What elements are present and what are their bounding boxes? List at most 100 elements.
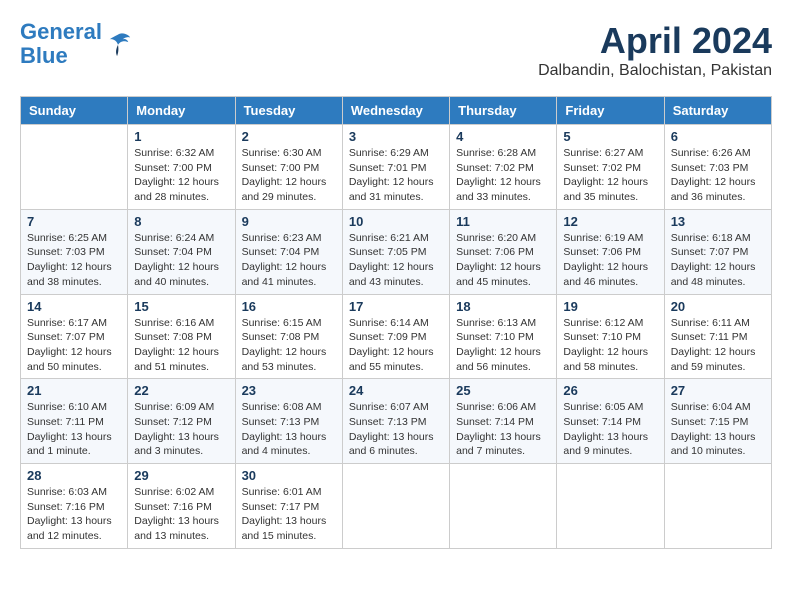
day-cell-13: 13 Sunrise: 6:18 AM Sunset: 7:07 PM Dayli… [664, 209, 771, 294]
day-cell-5: 5 Sunrise: 6:27 AM Sunset: 7:02 PM Daylig… [557, 125, 664, 210]
day-cell-18: 18 Sunrise: 6:13 AM Sunset: 7:10 PM Dayli… [450, 294, 557, 379]
day-info: Sunrise: 6:08 AM Sunset: 7:13 PM Dayligh… [242, 400, 336, 459]
day-info: Sunrise: 6:25 AM Sunset: 7:03 PM Dayligh… [27, 231, 121, 290]
day-number: 12 [563, 214, 657, 229]
day-number: 26 [563, 383, 657, 398]
day-number: 6 [671, 129, 765, 144]
day-number: 18 [456, 299, 550, 314]
weekday-header-monday: Monday [128, 97, 235, 125]
day-info: Sunrise: 6:27 AM Sunset: 7:02 PM Dayligh… [563, 146, 657, 205]
day-number: 19 [563, 299, 657, 314]
day-cell-12: 12 Sunrise: 6:19 AM Sunset: 7:06 PM Dayli… [557, 209, 664, 294]
day-info: Sunrise: 6:11 AM Sunset: 7:11 PM Dayligh… [671, 316, 765, 375]
day-number: 3 [349, 129, 443, 144]
month-title: April 2024 [538, 20, 772, 62]
day-info: Sunrise: 6:02 AM Sunset: 7:16 PM Dayligh… [134, 485, 228, 544]
day-info: Sunrise: 6:05 AM Sunset: 7:14 PM Dayligh… [563, 400, 657, 459]
empty-cell [21, 125, 128, 210]
day-number: 22 [134, 383, 228, 398]
day-number: 21 [27, 383, 121, 398]
day-number: 17 [349, 299, 443, 314]
day-info: Sunrise: 6:04 AM Sunset: 7:15 PM Dayligh… [671, 400, 765, 459]
day-number: 8 [134, 214, 228, 229]
day-number: 13 [671, 214, 765, 229]
day-info: Sunrise: 6:13 AM Sunset: 7:10 PM Dayligh… [456, 316, 550, 375]
day-cell-17: 17 Sunrise: 6:14 AM Sunset: 7:09 PM Dayli… [342, 294, 449, 379]
logo-text: GeneralBlue [20, 20, 102, 68]
day-cell-23: 23Sunrise: 6:08 AM Sunset: 7:13 PM Dayli… [235, 379, 342, 464]
day-info: Sunrise: 6:06 AM Sunset: 7:14 PM Dayligh… [456, 400, 550, 459]
day-cell-11: 11 Sunrise: 6:20 AM Sunset: 7:06 PM Dayli… [450, 209, 557, 294]
day-cell-4: 4Sunrise: 6:28 AM Sunset: 7:02 PM Daylig… [450, 125, 557, 210]
day-cell-22: 22 Sunrise: 6:09 AM Sunset: 7:12 PM Dayli… [128, 379, 235, 464]
day-info: Sunrise: 6:26 AM Sunset: 7:03 PM Dayligh… [671, 146, 765, 205]
day-number: 9 [242, 214, 336, 229]
day-cell-24: 24 Sunrise: 6:07 AM Sunset: 7:13 PM Dayli… [342, 379, 449, 464]
calendar-table: SundayMondayTuesdayWednesdayThursdayFrid… [20, 96, 772, 549]
logo: GeneralBlue [20, 20, 132, 68]
day-number: 27 [671, 383, 765, 398]
day-number: 29 [134, 468, 228, 483]
title-block: April 2024 Dalbandin, Balochistan, Pakis… [538, 20, 772, 80]
day-info: Sunrise: 6:14 AM Sunset: 7:09 PM Dayligh… [349, 316, 443, 375]
day-info: Sunrise: 6:18 AM Sunset: 7:07 PM Dayligh… [671, 231, 765, 290]
weekday-header-sunday: Sunday [21, 97, 128, 125]
day-number: 28 [27, 468, 121, 483]
empty-cell [557, 464, 664, 549]
day-cell-16: 16 Sunrise: 6:15 AM Sunset: 7:08 PM Dayli… [235, 294, 342, 379]
day-info: Sunrise: 6:21 AM Sunset: 7:05 PM Dayligh… [349, 231, 443, 290]
day-number: 11 [456, 214, 550, 229]
day-cell-2: 2 Sunrise: 6:30 AM Sunset: 7:00 PM Daylig… [235, 125, 342, 210]
day-number: 20 [671, 299, 765, 314]
day-number: 25 [456, 383, 550, 398]
day-info: Sunrise: 6:07 AM Sunset: 7:13 PM Dayligh… [349, 400, 443, 459]
day-number: 10 [349, 214, 443, 229]
weekday-header-saturday: Saturday [664, 97, 771, 125]
day-cell-21: 21 Sunrise: 6:10 AM Sunset: 7:11 PM Dayli… [21, 379, 128, 464]
day-info: Sunrise: 6:09 AM Sunset: 7:12 PM Dayligh… [134, 400, 228, 459]
location: Dalbandin, Balochistan, Pakistan [538, 62, 772, 80]
day-info: Sunrise: 6:19 AM Sunset: 7:06 PM Dayligh… [563, 231, 657, 290]
day-info: Sunrise: 6:32 AM Sunset: 7:00 PM Dayligh… [134, 146, 228, 205]
day-cell-29: 29 Sunrise: 6:02 AM Sunset: 7:16 PM Dayli… [128, 464, 235, 549]
weekday-header-wednesday: Wednesday [342, 97, 449, 125]
day-cell-14: 14Sunrise: 6:17 AM Sunset: 7:07 PM Dayli… [21, 294, 128, 379]
day-cell-30: 30 Sunrise: 6:01 AM Sunset: 7:17 PM Dayli… [235, 464, 342, 549]
day-info: Sunrise: 6:15 AM Sunset: 7:08 PM Dayligh… [242, 316, 336, 375]
day-cell-25: 25 Sunrise: 6:06 AM Sunset: 7:14 PM Dayli… [450, 379, 557, 464]
day-number: 24 [349, 383, 443, 398]
day-cell-26: 26 Sunrise: 6:05 AM Sunset: 7:14 PM Dayli… [557, 379, 664, 464]
day-cell-1: 1 Sunrise: 6:32 AM Sunset: 7:00 PM Daylig… [128, 125, 235, 210]
week-row-3: 14Sunrise: 6:17 AM Sunset: 7:07 PM Dayli… [21, 294, 772, 379]
weekday-header-row: SundayMondayTuesdayWednesdayThursdayFrid… [21, 97, 772, 125]
day-number: 4 [456, 129, 550, 144]
day-info: Sunrise: 6:12 AM Sunset: 7:10 PM Dayligh… [563, 316, 657, 375]
day-number: 2 [242, 129, 336, 144]
day-cell-19: 19 Sunrise: 6:12 AM Sunset: 7:10 PM Dayli… [557, 294, 664, 379]
empty-cell [342, 464, 449, 549]
day-cell-3: 3 Sunrise: 6:29 AM Sunset: 7:01 PM Daylig… [342, 125, 449, 210]
week-row-4: 21 Sunrise: 6:10 AM Sunset: 7:11 PM Dayli… [21, 379, 772, 464]
week-row-5: 28 Sunrise: 6:03 AM Sunset: 7:16 PM Dayli… [21, 464, 772, 549]
week-row-1: 1 Sunrise: 6:32 AM Sunset: 7:00 PM Daylig… [21, 125, 772, 210]
empty-cell [450, 464, 557, 549]
page-header: GeneralBlue April 2024 Dalbandin, Baloch… [20, 20, 772, 80]
day-cell-8: 8Sunrise: 6:24 AM Sunset: 7:04 PM Daylig… [128, 209, 235, 294]
day-info: Sunrise: 6:17 AM Sunset: 7:07 PM Dayligh… [27, 316, 121, 375]
day-info: Sunrise: 6:30 AM Sunset: 7:00 PM Dayligh… [242, 146, 336, 205]
day-cell-15: 15Sunrise: 6:16 AM Sunset: 7:08 PM Dayli… [128, 294, 235, 379]
day-number: 5 [563, 129, 657, 144]
day-number: 1 [134, 129, 228, 144]
day-info: Sunrise: 6:01 AM Sunset: 7:17 PM Dayligh… [242, 485, 336, 544]
day-info: Sunrise: 6:03 AM Sunset: 7:16 PM Dayligh… [27, 485, 121, 544]
day-info: Sunrise: 6:29 AM Sunset: 7:01 PM Dayligh… [349, 146, 443, 205]
day-info: Sunrise: 6:23 AM Sunset: 7:04 PM Dayligh… [242, 231, 336, 290]
day-number: 30 [242, 468, 336, 483]
day-info: Sunrise: 6:10 AM Sunset: 7:11 PM Dayligh… [27, 400, 121, 459]
day-number: 16 [242, 299, 336, 314]
day-cell-10: 10 Sunrise: 6:21 AM Sunset: 7:05 PM Dayli… [342, 209, 449, 294]
weekday-header-friday: Friday [557, 97, 664, 125]
logo-bird-icon [104, 30, 132, 58]
day-info: Sunrise: 6:20 AM Sunset: 7:06 PM Dayligh… [456, 231, 550, 290]
weekday-header-thursday: Thursday [450, 97, 557, 125]
